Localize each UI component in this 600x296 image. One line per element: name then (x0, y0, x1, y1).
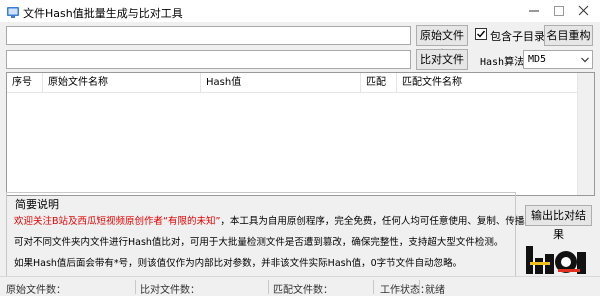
main-client-area: 原始文件夹 包含子目录 名目重构 比对文件夹 Hash算法： MD5 序号 原始… (0, 22, 600, 296)
app-icon (7, 7, 19, 18)
compare-folder-button[interactable]: 比对文件夹 (416, 49, 468, 85)
status-original-count-label: 原始文件数： (6, 285, 66, 296)
window-title: 文件Hash值批量生成与比对工具 (23, 7, 183, 20)
status-match-count-label: 匹配文件数： (273, 285, 333, 296)
column-header-match[interactable]: 匹配 (361, 73, 397, 93)
checkmark-icon (477, 30, 486, 38)
hash-algo-select[interactable]: MD5 (523, 50, 593, 69)
info-line-3: 如果Hash值后面会带有*号，则该值仅作为内部比对参数，并非该文件实际Hash值… (14, 258, 463, 269)
status-compare-count-label: 比对文件数： (140, 285, 200, 296)
column-header-match-name[interactable]: 匹配文件名称 (397, 73, 579, 93)
info-title: 简要说明 (13, 196, 61, 212)
compare-folder-path-input[interactable] (6, 50, 411, 69)
info-line-1-rest: ，本工具为自用原创程序，完全免费，任何人均可任意使用、复制、传播。 (220, 216, 534, 227)
status-separator (268, 280, 269, 294)
column-header-original-name[interactable]: 原始文件名称 (43, 73, 201, 93)
table-header: 序号 原始文件名称 Hash值 匹配 匹配文件名称 (7, 73, 579, 93)
include-subdirs-checkbox[interactable] (475, 28, 487, 40)
hash-algo-value: MD5 (528, 54, 547, 65)
info-line-2: 可对不同文件夹内文件进行Hash值比对，可用于大批量检测文件是否遭到篡改，确保完… (14, 237, 504, 248)
info-line-1-highlight: 欢迎关注B站及西瓜短视频原创作者“有限的未知” (14, 216, 221, 227)
status-separator (373, 280, 374, 294)
chevron-down-icon (581, 57, 589, 63)
title-bar: 文件Hash值批量生成与比对工具 (0, 0, 600, 24)
column-header-index[interactable]: 序号 (7, 73, 43, 93)
result-table[interactable]: 序号 原始文件名称 Hash值 匹配 匹配文件名称 (6, 72, 595, 196)
status-work-state-value: 就绪 (425, 285, 445, 296)
table-vertical-scrollbar[interactable] (577, 73, 594, 195)
close-button[interactable] (569, 0, 599, 22)
info-line-1: 欢迎关注B站及西瓜短视频原创作者“有限的未知”，本工具为自用原创程序，完全免费，… (14, 213, 534, 227)
close-icon (578, 5, 589, 16)
status-bar: 原始文件数： 比对文件数： 匹配文件数： 工作状态： 就绪 (0, 276, 600, 296)
column-header-hash[interactable]: Hash值 (201, 73, 361, 93)
status-separator (419, 280, 420, 294)
original-folder-path-input[interactable] (6, 26, 411, 45)
author-logo (524, 242, 588, 276)
include-subdirs-label: 包含子目录 (490, 30, 545, 43)
status-work-state-label: 工作状态： (380, 285, 430, 296)
status-separator (135, 280, 136, 294)
rename-button[interactable]: 名目重构 (544, 25, 593, 46)
export-results-button[interactable]: 输出比对结果 (525, 205, 592, 241)
original-folder-button[interactable]: 原始文件夹 (416, 25, 468, 61)
